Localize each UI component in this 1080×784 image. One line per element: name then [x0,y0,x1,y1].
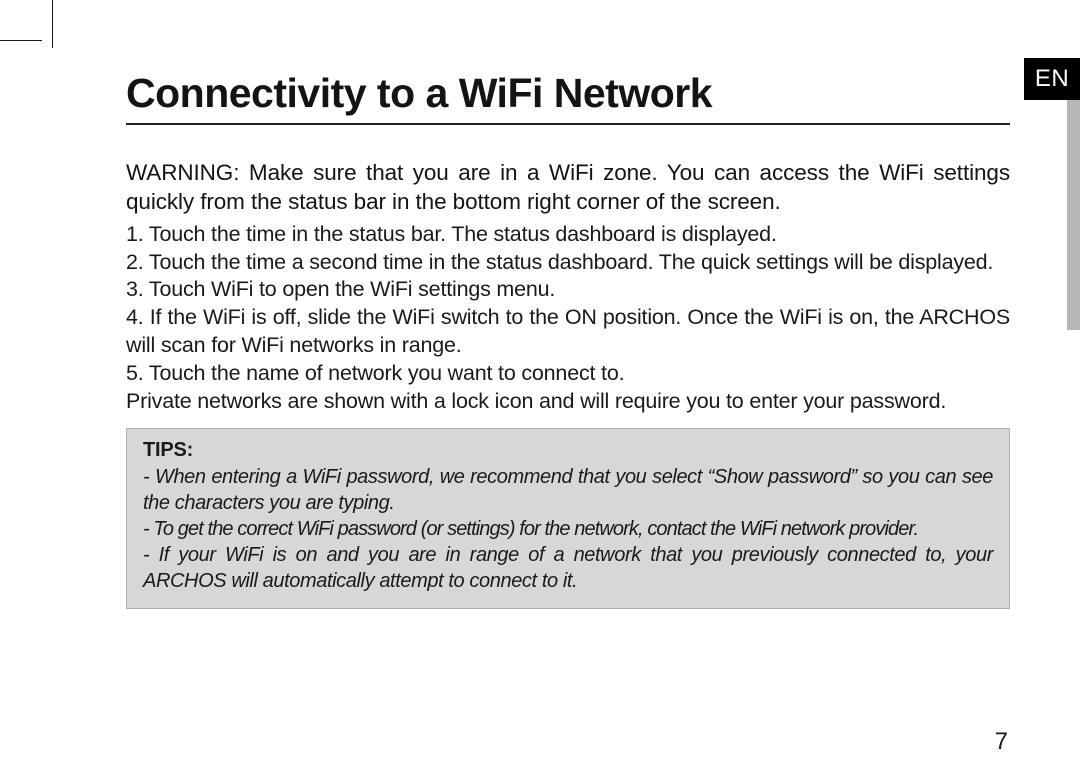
instruction-steps: 1. Touch the time in the status bar. The… [126,221,1010,417]
tip-3: - If your WiFi is on and you are in rang… [143,542,993,594]
step-3: 3. Touch WiFi to open the WiFi settings … [126,276,1010,304]
step-4: 4. If the WiFi is off, slide the WiFi sw… [126,304,1010,360]
step-1: 1. Touch the time in the status bar. The… [126,221,1010,249]
step-5: 5. Touch the name of network you want to… [126,360,1010,388]
tip-2: - To get the correct WiFi password (or s… [143,516,993,542]
page-number: 7 [995,728,1008,756]
private-network-note: Private networks are shown with a lock i… [126,388,1010,416]
page-title: Connectivity to a WiFi Network [126,70,1010,117]
crop-mark-horizontal [0,40,42,41]
tips-box: TIPS: - When entering a WiFi password, w… [126,428,1010,609]
tip-1: - When entering a WiFi password, we reco… [143,464,993,516]
warning-text: WARNING: Make sure that you are in a WiF… [126,159,1010,217]
tips-body: - When entering a WiFi password, we reco… [143,464,993,594]
tips-heading: TIPS: [143,439,993,462]
step-2: 2. Touch the time a second time in the s… [126,249,1010,277]
manual-page: Connectivity to a WiFi Network WARNING: … [52,40,1080,784]
title-rule [126,123,1010,125]
